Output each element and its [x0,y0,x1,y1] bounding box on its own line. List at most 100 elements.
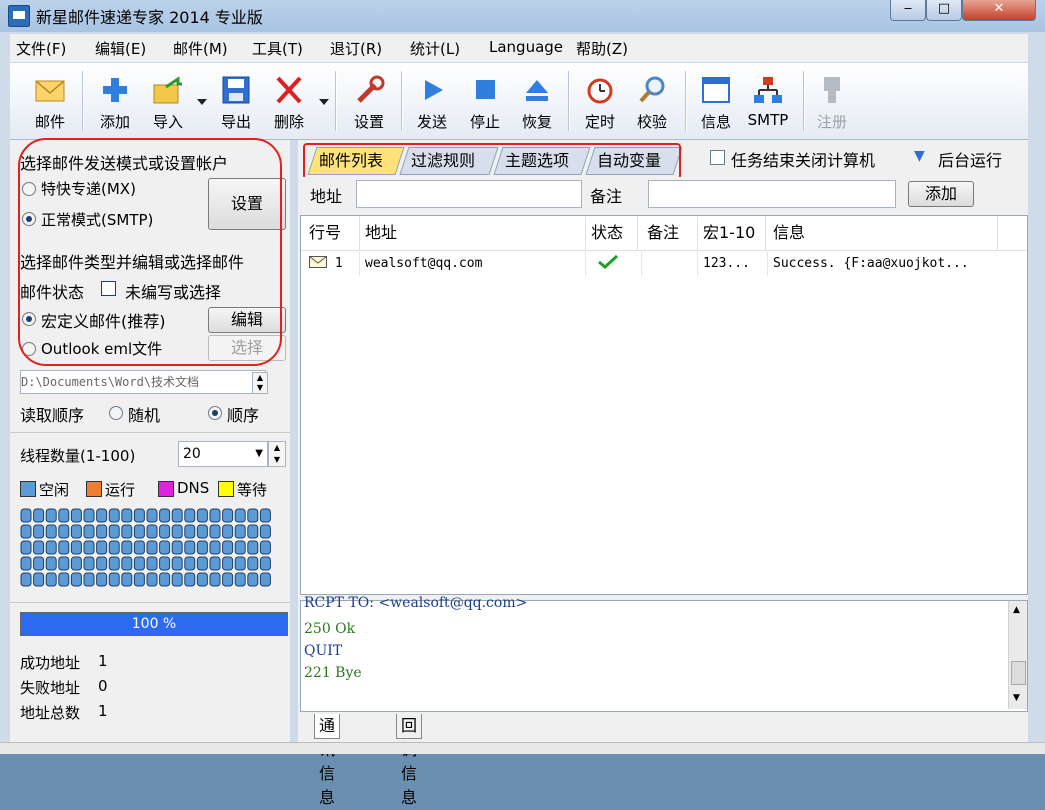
delete-label: 删除 [273,113,304,131]
thread-cell [70,524,82,539]
send-button[interactable]: 发送 [407,71,457,133]
thread-cell [45,508,57,523]
scroll-thumb[interactable] [1011,661,1026,685]
threads-select[interactable]: 20 ▼ [178,441,268,467]
menu-help[interactable]: 帮助(Z) [576,38,628,59]
import-button[interactable]: 导入 [143,71,193,133]
stop-square-icon [469,75,501,105]
column-header-macro[interactable]: 宏1-10 [703,216,766,250]
menu-language[interactable]: Language [489,38,563,56]
delete-button[interactable]: 删除 [264,71,314,133]
resume-label: 恢复 [521,113,552,131]
legend-swatch [158,481,174,497]
column-header-no[interactable]: 行号 [309,216,360,250]
title-bar: 新星邮件速递专家 2014 专业版 ‒ □ ✕ [0,0,1045,32]
column-header-address[interactable]: 地址 [365,216,586,250]
thread-cell [83,556,95,571]
order-sequential-radio[interactable] [208,406,222,420]
column-header-status[interactable]: 状态 [591,216,638,250]
address-input[interactable] [356,180,582,208]
thread-cell [121,508,133,523]
mail-button[interactable]: 邮件 [25,71,75,133]
legend-label: 等待 [237,481,268,499]
tab-callback-info[interactable]: 回调信息 [396,714,423,807]
settings-button[interactable]: 设置 [344,71,394,133]
legend-label: 空闲 [39,481,70,499]
thread-cell [196,524,208,539]
add-button[interactable]: 添加 [90,71,140,133]
check-button[interactable]: 校验 [627,71,677,133]
thread-cell [45,556,57,571]
minimize-button[interactable]: ‒ [890,0,926,21]
background-run-label[interactable]: 后台运行 [938,147,1002,171]
path-spinner-icon[interactable]: ▲ ▼ [252,372,268,394]
toolbar-divider [335,71,337,131]
log-panel[interactable]: RCPT TO: <wealsoft@qq.com> 250 Ok QUIT 221 … [300,595,1028,712]
thread-cell [133,524,145,539]
thread-cell [58,540,70,555]
menu-file[interactable]: 文件(F) [16,38,66,59]
log-scrollbar[interactable]: ▲ ▼ [1008,601,1027,709]
thread-cell [184,556,196,571]
maximize-button[interactable]: □ [926,0,962,21]
thread-cell [146,524,158,539]
resume-button[interactable]: 恢复 [512,71,562,133]
thread-cell [259,540,271,555]
menu-mail[interactable]: 邮件(M) [173,38,228,59]
app-icon [8,5,30,27]
total-value: 1 [98,702,108,720]
menu-edit[interactable]: 编辑(E) [95,38,146,59]
play-icon [416,75,448,105]
register-label: 注册 [816,113,847,131]
thread-cell [33,508,45,523]
column-header-note[interactable]: 备注 [647,216,698,250]
thread-cell [234,572,246,587]
scroll-up-icon[interactable]: ▲ [1013,605,1020,615]
tab-comm-info[interactable]: 通讯信息 [314,714,341,807]
row-status [591,252,642,276]
column-header-info[interactable]: 信息 [773,216,998,250]
thread-cell [146,556,158,571]
thread-cell [171,524,183,539]
thread-cell [96,540,108,555]
thread-cell [45,540,57,555]
thread-cell [108,524,120,539]
note-input[interactable] [648,180,896,208]
menu-bar: 文件(F) 编辑(E) 邮件(M) 工具(T) 退订(R) 统计(L) Lang… [10,34,1028,62]
eject-icon [521,75,553,105]
chevron-down-icon[interactable]: ▼ [914,148,925,164]
thread-cell [96,556,108,571]
scroll-down-icon[interactable]: ▼ [1013,693,1020,703]
thread-cell [83,524,95,539]
thread-cell [247,524,259,539]
add-address-button[interactable]: 添加 [908,181,974,207]
thread-cell [209,540,221,555]
toolbar-divider [568,71,570,131]
thread-cell [45,524,57,539]
eml-path-field[interactable]: D:\Documents\Word\技术文档 [20,370,266,394]
order-random-radio[interactable] [109,406,123,420]
read-order-label: 读取顺序 [20,406,85,425]
settings-label: 设置 [353,113,384,131]
timer-button[interactable]: 定时 [575,71,625,133]
info-button[interactable]: 信息 [691,71,741,133]
thread-cell [20,556,32,571]
menu-tools[interactable]: 工具(T) [252,38,303,59]
thread-cell [121,540,133,555]
threads-label: 线程数量(1-100) [20,447,136,465]
menu-unsubscribe[interactable]: 退订(R) [330,38,382,59]
timer-label: 定时 [584,113,615,131]
menu-statistics[interactable]: 统计(L) [410,38,460,59]
table-header: 行号 地址 状态 备注 宏1-10 信息 [301,216,1027,251]
export-button[interactable]: 导出 [211,71,261,133]
stop-button[interactable]: 停止 [460,71,510,133]
threads-spinner-icon[interactable]: ▲ ▼ [268,441,286,467]
import-dropdown-arrow-icon[interactable] [197,99,207,105]
shutdown-checkbox[interactable] [710,150,725,165]
delete-dropdown-arrow-icon[interactable] [319,99,329,105]
smtp-button[interactable]: SMTP [743,71,793,133]
close-button[interactable]: ✕ [962,0,1036,21]
toolbar-divider [82,71,84,131]
thread-cell [33,540,45,555]
thread-cell [184,508,196,523]
